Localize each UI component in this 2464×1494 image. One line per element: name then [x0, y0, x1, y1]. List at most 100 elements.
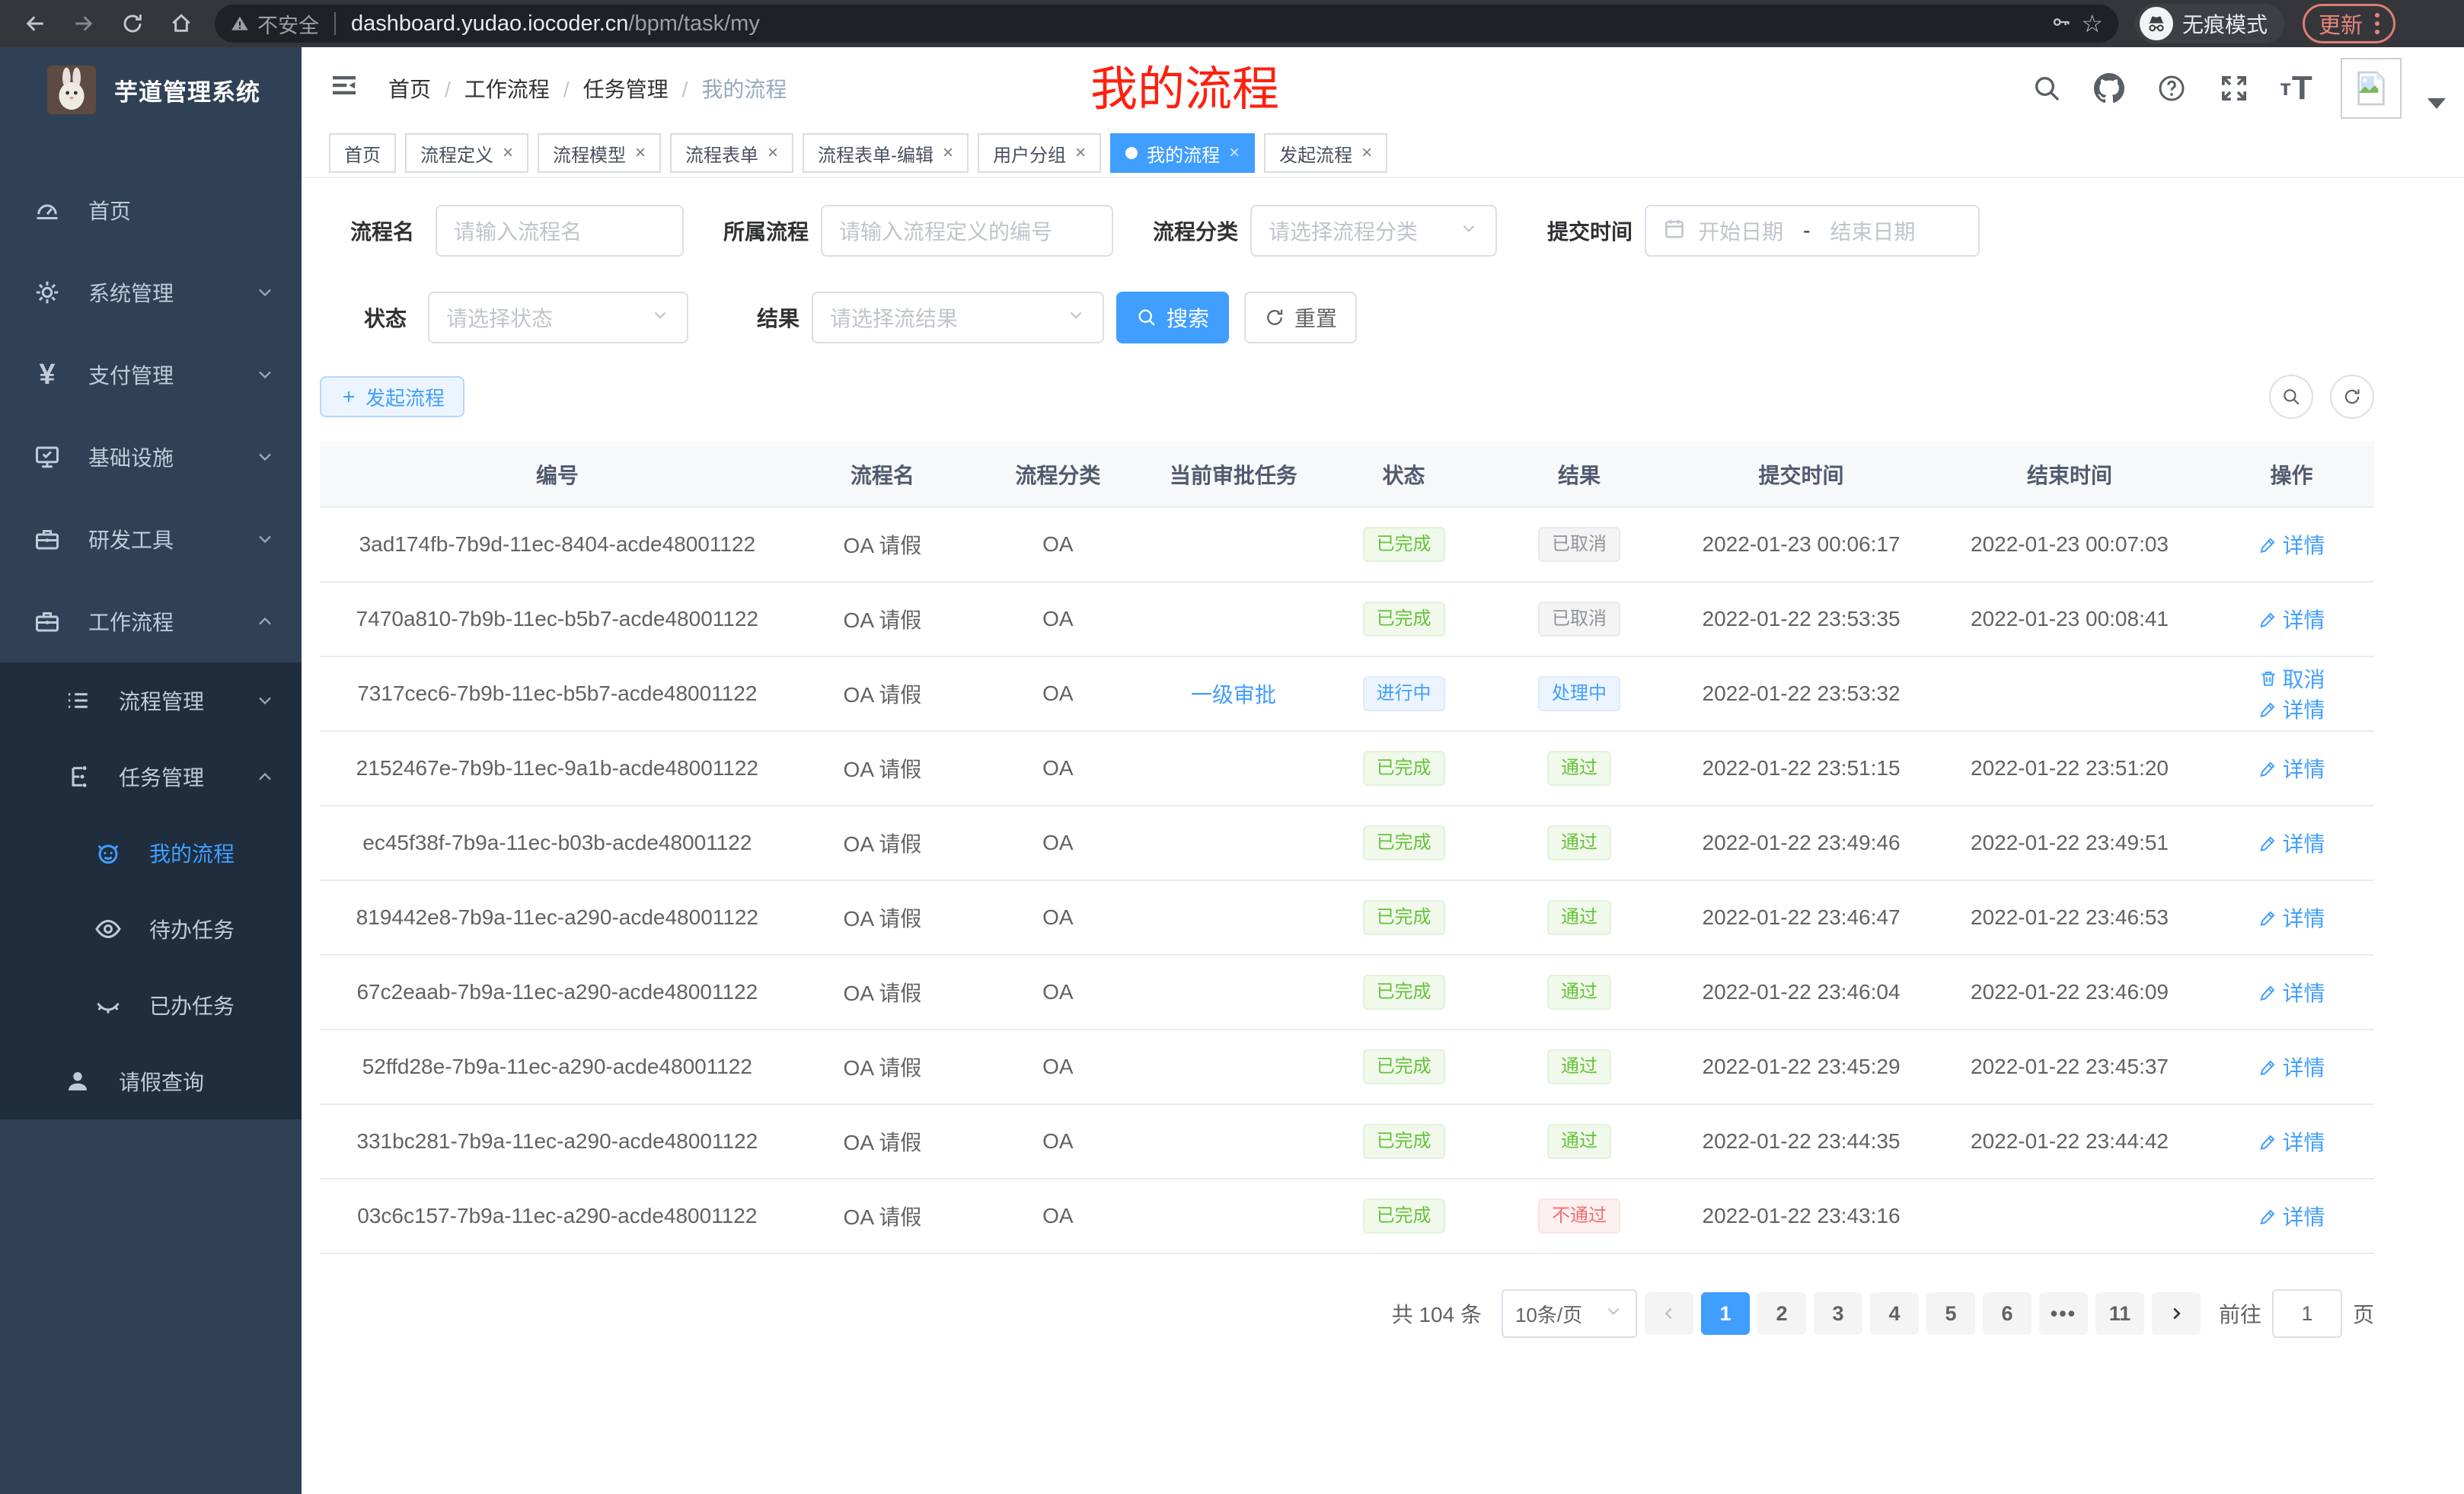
status-select[interactable]: 请选择状态 — [428, 292, 688, 343]
sidebar-item-list[interactable]: 流程管理 — [0, 662, 302, 739]
detail-link[interactable]: 详情 — [2258, 1052, 2325, 1082]
sidebar-item-yen[interactable]: ¥ 支付管理 — [0, 334, 302, 416]
show-search-button[interactable] — [2269, 375, 2313, 419]
sidebar-item-toolbox[interactable]: 研发工具 — [0, 498, 302, 580]
detail-link[interactable]: 详情 — [2258, 604, 2325, 634]
font-size-icon[interactable]: тT — [2278, 70, 2315, 107]
sidebar-item-gear[interactable]: 系统管理 — [0, 251, 302, 334]
header-search-icon[interactable] — [2028, 70, 2065, 107]
sidebar-item-briefcase[interactable]: 工作流程 — [0, 580, 302, 662]
breadcrumb-item[interactable]: 工作流程 — [464, 78, 550, 101]
cell-current-task — [1146, 731, 1321, 806]
cell-category: OA — [970, 1104, 1145, 1179]
sidebar-item-tree[interactable]: 任务管理 — [0, 739, 302, 815]
page-size-select[interactable]: 10条/页 — [1502, 1289, 1637, 1338]
detail-link[interactable]: 详情 — [2258, 902, 2325, 933]
back-icon[interactable] — [14, 5, 56, 42]
close-icon[interactable]: × — [1361, 142, 1372, 164]
detail-link[interactable]: 详情 — [2258, 1201, 2325, 1231]
tab-label: 流程表单-编辑 — [818, 140, 934, 167]
edit-icon — [2258, 758, 2278, 778]
avatar-dropdown-icon[interactable] — [2427, 98, 2446, 109]
forward-icon[interactable] — [62, 5, 105, 42]
close-icon[interactable]: × — [768, 142, 778, 164]
fullscreen-icon[interactable] — [2216, 70, 2252, 107]
tab[interactable]: 流程模型 × — [538, 133, 661, 173]
sidebar-item-eye-closed[interactable]: 已办任务 — [0, 967, 302, 1043]
tab[interactable]: 流程表单 × — [670, 133, 793, 173]
cell-result: 不通过 — [1486, 1179, 1672, 1253]
cell-current-task — [1146, 1030, 1321, 1104]
breadcrumb-item[interactable]: 任务管理 — [583, 78, 669, 101]
app-logo[interactable]: 芋道管理系统 — [0, 47, 302, 132]
sidebar-item-monitor[interactable]: 基础设施 — [0, 416, 302, 498]
page-button[interactable]: 3 — [1814, 1292, 1862, 1335]
address-bar[interactable]: 不安全 dashboard.yudao.iocoder.cn/bpm/task/… — [215, 5, 2118, 43]
next-page-button[interactable] — [2152, 1292, 2201, 1335]
jump-page-input[interactable]: 1 — [2272, 1289, 2342, 1338]
bookmark-star-icon[interactable]: ☆ — [2081, 9, 2103, 38]
close-icon[interactable]: × — [635, 142, 646, 164]
process-name-input[interactable]: 请输入流程名 — [436, 205, 684, 257]
sidebar-item-eye[interactable]: 待办任务 — [0, 891, 302, 967]
result-select[interactable]: 请选择流结果 — [812, 292, 1104, 343]
process-definition-input[interactable]: 请输入流程定义的编号 — [821, 205, 1113, 257]
page-button[interactable]: 11 — [2095, 1292, 2144, 1335]
close-icon[interactable]: × — [503, 142, 513, 164]
detail-link[interactable]: 详情 — [2258, 753, 2325, 784]
reload-icon[interactable] — [111, 5, 154, 42]
sidebar-item-face[interactable]: 我的流程 — [0, 815, 302, 891]
sidebar-collapse-icon[interactable] — [329, 70, 365, 107]
close-icon[interactable]: × — [1229, 142, 1240, 164]
page-button[interactable]: 2 — [1757, 1292, 1806, 1335]
close-icon[interactable]: × — [943, 142, 953, 164]
page-button[interactable]: 1 — [1701, 1292, 1750, 1335]
submit-time-range-picker[interactable]: 开始日期 - 结束日期 — [1645, 205, 1980, 257]
table-row: 3ad174fb-7b9d-11ec-8404-acde48001122 OA … — [320, 507, 2374, 582]
tab[interactable]: 首页 — [329, 133, 396, 173]
cell-id: 819442e8-7b9a-11ec-a290-acde48001122 — [320, 880, 795, 955]
detail-link[interactable]: 详情 — [2258, 694, 2325, 724]
tab[interactable]: 我的流程 × — [1110, 133, 1255, 173]
tab[interactable]: 流程表单-编辑 × — [803, 133, 969, 173]
column-header: 流程名 — [795, 442, 970, 507]
detail-link[interactable]: 详情 — [2258, 1126, 2325, 1157]
user-avatar[interactable] — [2341, 58, 2402, 119]
github-icon[interactable] — [2091, 70, 2127, 107]
breadcrumb-item[interactable]: 我的流程 — [701, 78, 787, 101]
cell-submit-time: 2022-01-22 23:51:15 — [1672, 731, 1930, 806]
start-process-button[interactable]: 发起流程 — [320, 376, 464, 417]
tab[interactable]: 用户分组 × — [978, 133, 1101, 173]
help-icon[interactable] — [2153, 70, 2190, 107]
reset-button[interactable]: 重置 — [1244, 292, 1357, 343]
current-task-link[interactable]: 一级审批 — [1191, 683, 1276, 707]
url-text: dashboard.yudao.iocoder.cn/bpm/task/my — [351, 11, 760, 37]
refresh-button[interactable] — [2330, 375, 2374, 419]
tab[interactable]: 发起流程 × — [1264, 133, 1387, 173]
page-button[interactable]: 6 — [1983, 1292, 2032, 1335]
page-button[interactable]: 5 — [1926, 1292, 1975, 1335]
category-select[interactable]: 请选择流程分类 — [1250, 205, 1497, 257]
breadcrumb-item[interactable]: 首页 — [388, 78, 431, 101]
home-icon[interactable] — [160, 5, 203, 42]
detail-link[interactable]: 详情 — [2258, 977, 2325, 1007]
search-button[interactable]: 搜索 — [1116, 292, 1229, 343]
monitor-icon — [30, 440, 64, 474]
key-icon[interactable] — [2051, 11, 2072, 37]
prev-page-button[interactable] — [1645, 1292, 1693, 1335]
toolbox-icon — [30, 522, 64, 556]
detail-link[interactable]: 详情 — [2258, 529, 2325, 560]
sidebar-item-dashboard[interactable]: 首页 — [0, 169, 302, 251]
browser-update-button[interactable]: 更新 — [2303, 4, 2395, 43]
edit-icon — [2258, 833, 2278, 853]
not-secure-badge[interactable]: 不安全 — [230, 9, 319, 39]
detail-link[interactable]: 详情 — [2258, 828, 2325, 858]
menu-label: 基础设施 — [88, 442, 242, 472]
sidebar-item-user[interactable]: 请假查询 — [0, 1043, 302, 1119]
more-pages-button[interactable]: ••• — [2039, 1292, 2088, 1335]
cancel-link[interactable]: 取消 — [2258, 663, 2325, 694]
browser-menu-icon[interactable] — [2375, 13, 2379, 34]
page-button[interactable]: 4 — [1870, 1292, 1919, 1335]
close-icon[interactable]: × — [1075, 142, 1086, 164]
tab[interactable]: 流程定义 × — [405, 133, 528, 173]
